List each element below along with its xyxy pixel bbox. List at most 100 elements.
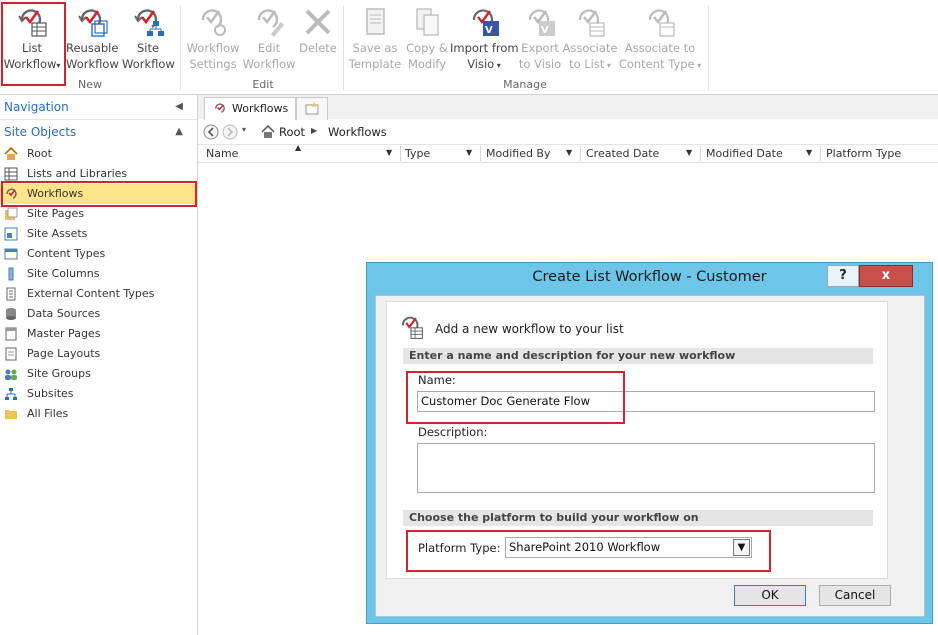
nav-item-site-assets[interactable]: Site Assets <box>0 224 197 244</box>
nav-item-external-content-types[interactable]: External Content Types <box>0 284 197 304</box>
close-button[interactable]: x <box>859 265 913 287</box>
reusable-workflow-icon <box>78 9 108 37</box>
workflow-icon <box>215 103 225 113</box>
associate-to-list-button[interactable]: Associate to List ▾ <box>562 6 618 74</box>
nav-item-page-layouts[interactable]: Page Layouts <box>0 344 197 364</box>
nav-item-label: Site Groups <box>27 367 91 380</box>
column-divider <box>400 146 401 161</box>
description-input[interactable] <box>417 443 875 493</box>
filter-dropdown-icon[interactable]: ▼ <box>466 148 472 157</box>
reusable-workflow-button[interactable]: Reusable Workflow <box>66 6 119 72</box>
dropdown-caret-icon: ▾ <box>494 61 501 70</box>
save-as-template-label-1: Save as <box>352 41 398 55</box>
associate-to-list-label-1: Associate <box>562 41 618 55</box>
tab-label: Workflows <box>232 102 289 115</box>
associate-to-list-label-2: to List <box>569 57 605 71</box>
external-content-icon <box>6 287 16 301</box>
cancel-button[interactable]: Cancel <box>819 585 891 606</box>
group-label-manage: Manage <box>503 78 547 91</box>
nav-item-data-sources[interactable]: Data Sources <box>0 304 197 324</box>
export-to-visio-label-1: Export <box>521 41 559 55</box>
breadcrumb-current[interactable]: Workflows <box>328 125 387 139</box>
dialog-panel: Add a new workflow to your list Enter a … <box>386 301 888 579</box>
column-header-modified-by[interactable]: Modified By <box>486 147 551 160</box>
import-from-visio-button[interactable]: V Import from Visio ▾ <box>450 6 519 74</box>
create-list-workflow-dialog: Create List Workflow - Customer ? x Add … <box>366 262 933 624</box>
copy-modify-label-2: Modify <box>407 57 447 71</box>
filter-dropdown-icon[interactable]: ▼ <box>686 148 692 157</box>
export-to-visio-button[interactable]: V Export to Visio <box>518 6 562 72</box>
back-icon[interactable] <box>203 124 219 140</box>
associate-to-content-type-button[interactable]: Associate to Content Type ▾ <box>618 6 702 74</box>
breadcrumb-root[interactable]: Root <box>279 125 305 139</box>
columns-icon <box>8 267 14 281</box>
list-workflow-icon <box>401 316 423 339</box>
reusable-workflow-label-2: Workflow <box>66 57 119 71</box>
column-divider <box>820 146 821 161</box>
ok-button[interactable]: OK <box>734 585 806 606</box>
edit-workflow-button[interactable]: Edit Workflow <box>241 6 297 72</box>
groups-icon <box>5 369 17 380</box>
description-label: Description: <box>418 425 488 439</box>
svg-text:V: V <box>541 25 549 36</box>
column-header-name[interactable]: Name <box>206 147 238 160</box>
nav-item-label: Subsites <box>27 387 74 400</box>
nav-item-site-pages[interactable]: Site Pages <box>0 204 197 224</box>
associate-content-type-icon <box>648 9 675 37</box>
filter-dropdown-icon[interactable]: ▼ <box>386 148 392 157</box>
column-header-platform-type[interactable]: Platform Type <box>826 147 901 160</box>
site-workflow-button[interactable]: Site Workflow <box>122 6 175 72</box>
help-button[interactable]: ? <box>827 265 859 287</box>
delete-button[interactable]: Delete <box>298 6 338 56</box>
tab-workflows[interactable]: Workflows <box>204 97 296 120</box>
nav-item-site-groups[interactable]: Site Groups <box>0 364 197 384</box>
folder-icon <box>5 410 17 419</box>
save-as-template-label-2: Template <box>348 57 402 71</box>
nav-item-label: Root <box>27 147 52 160</box>
chevron-up-icon[interactable]: ▲ <box>175 126 183 137</box>
workflow-settings-button[interactable]: Workflow Settings <box>185 6 241 72</box>
page-layout-icon <box>5 347 17 361</box>
delete-icon <box>305 9 331 35</box>
nav-item-label: Site Assets <box>27 227 88 240</box>
column-divider <box>700 146 701 161</box>
nav-item-label: Lists and Libraries <box>27 167 128 180</box>
copy-modify-button[interactable]: Copy & Modify <box>403 6 451 72</box>
edit-workflow-icon <box>257 9 284 37</box>
forward-icon[interactable] <box>222 124 238 140</box>
history-dropdown-icon[interactable]: ▾ <box>242 125 246 134</box>
nav-item-content-types[interactable]: Content Types <box>0 244 197 264</box>
platform-section-header: Choose the platform to build your workfl… <box>403 510 873 526</box>
highlight-box <box>406 530 771 572</box>
group-label-new: New <box>78 78 102 91</box>
home-icon <box>261 125 275 138</box>
nav-item-all-files[interactable]: All Files <box>0 404 197 424</box>
nav-item-label: Site Pages <box>27 207 84 220</box>
save-as-template-icon <box>366 8 385 35</box>
import-from-visio-label-1: Import from <box>450 41 519 55</box>
new-tab-button[interactable] <box>296 97 328 120</box>
nav-item-label: Page Layouts <box>27 347 101 360</box>
collapse-nav-icon[interactable]: ◀ <box>175 101 183 112</box>
site-objects-header[interactable]: Site Objects <box>4 125 76 139</box>
name-section-header: Enter a name and description for your ne… <box>403 348 873 364</box>
assets-icon <box>4 227 18 241</box>
nav-item-subsites[interactable]: Subsites <box>0 384 197 404</box>
save-as-template-button[interactable]: Save as Template <box>348 6 402 72</box>
nav-item-site-columns[interactable]: Site Columns <box>0 264 197 284</box>
filter-dropdown-icon[interactable]: ▼ <box>566 148 572 157</box>
reusable-workflow-label-1: Reusable <box>66 41 119 55</box>
dialog-heading: Add a new workflow to your list <box>435 322 624 336</box>
breadcrumb-separator-icon: ▶ <box>311 126 318 135</box>
filter-dropdown-icon[interactable]: ▼ <box>806 148 812 157</box>
home-icon <box>4 147 18 160</box>
column-header-created-date[interactable]: Created Date <box>586 147 659 160</box>
nav-item-master-pages[interactable]: Master Pages <box>0 324 197 344</box>
svg-text:V: V <box>485 25 493 36</box>
nav-item-label: All Files <box>27 407 69 420</box>
master-page-icon <box>5 327 17 341</box>
column-header-type[interactable]: Type <box>405 147 430 160</box>
highlight-box <box>406 371 625 424</box>
nav-item-root[interactable]: Root <box>0 144 197 164</box>
column-header-modified-date[interactable]: Modified Date <box>706 147 783 160</box>
